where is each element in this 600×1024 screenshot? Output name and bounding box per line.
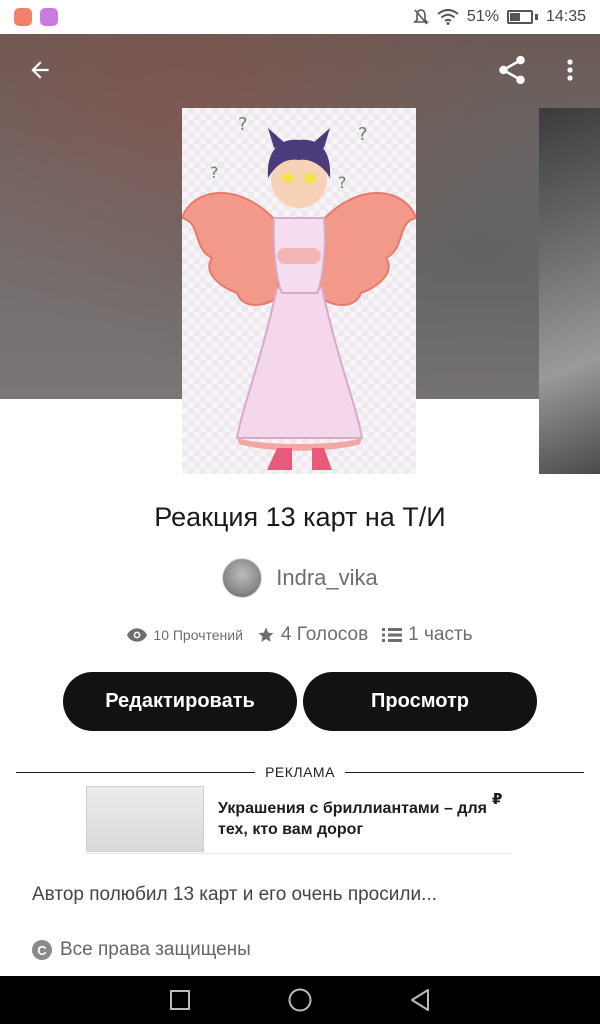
nav-back-button[interactable] [360, 976, 480, 1024]
story-stats: 10 Прочтений 4 Голосов 1 часть [0, 624, 600, 646]
wifi-icon [437, 9, 459, 25]
list-icon [382, 628, 403, 642]
edit-button[interactable]: Редактировать [63, 672, 297, 731]
system-nav-bar [0, 976, 600, 1024]
parts-stat: 1 часть [382, 624, 473, 646]
svg-text:?: ? [210, 163, 219, 182]
cover-illustration: ? ? ? ? [180, 114, 418, 470]
more-options-button[interactable] [560, 50, 580, 90]
arrow-left-icon [31, 61, 49, 79]
author-row[interactable]: Indra_vika [0, 558, 600, 598]
author-name[interactable]: Indra_vika [276, 565, 378, 591]
svg-text:?: ? [338, 173, 347, 192]
ad-label: РЕКЛАМА [265, 764, 335, 780]
square-icon [170, 990, 190, 1010]
story-actions: Редактировать Просмотр [63, 672, 537, 731]
ad-image[interactable] [86, 786, 204, 852]
back-button[interactable] [20, 50, 60, 90]
ad-currency: ₽ [492, 791, 503, 808]
copyright-icon: C [32, 940, 52, 960]
mute-icon [412, 9, 429, 25]
star-icon [258, 627, 274, 642]
ad-banner[interactable]: Украшения с бриллиантами – для тех, кто … [86, 786, 512, 854]
votes-count: 4 Голосов [280, 624, 369, 645]
circle-icon [288, 988, 312, 1012]
clock: 14:35 [545, 8, 586, 25]
top-app-bar [0, 34, 600, 106]
eye-icon [127, 628, 148, 642]
author-avatar[interactable] [222, 558, 263, 598]
notification-app-icon [14, 8, 32, 26]
share-icon [499, 55, 525, 85]
battery-icon [506, 10, 533, 24]
copyright-text: Все права защищены [60, 939, 251, 960]
notification-app-icon [40, 8, 58, 26]
status-bar: 51% 14:35 [0, 0, 600, 34]
view-button[interactable]: Просмотр [303, 672, 537, 731]
parts-count: 1 часть [408, 624, 473, 645]
votes-stat: 4 Голосов [257, 624, 368, 646]
recents-button[interactable] [120, 976, 240, 1024]
reads-count: 10 Прочтений [153, 627, 243, 643]
svg-text:?: ? [358, 124, 368, 145]
story-description[interactable]: Автор полюбил 13 карт и его очень просил… [32, 884, 572, 906]
more-vert-icon [567, 59, 573, 81]
triangle-back-icon [411, 989, 429, 1011]
ad-text[interactable]: Украшения с бриллиантами – для тех, кто … [204, 786, 492, 853]
battery-percent: 51% [466, 8, 499, 25]
story-cover-image[interactable]: ? ? ? ? [180, 108, 418, 474]
reads-stat: 10 Прочтений [127, 627, 243, 643]
copyright-row: C Все права защищены [32, 939, 251, 961]
share-button[interactable] [492, 50, 532, 90]
story-title: Реакция 13 карт на Т/И [154, 502, 446, 532]
svg-text:?: ? [238, 114, 248, 135]
ad-separator: РЕКЛАМА [16, 764, 585, 780]
next-cover-image[interactable] [539, 108, 600, 474]
home-button[interactable] [240, 976, 360, 1024]
